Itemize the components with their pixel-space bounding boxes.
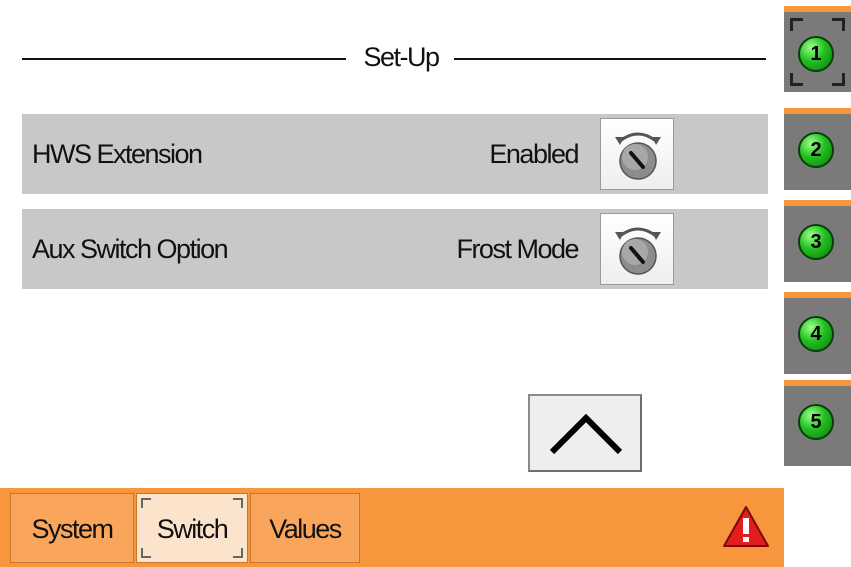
- setting-label: HWS Extension: [32, 139, 203, 169]
- side-button-5[interactable]: 5: [784, 380, 851, 466]
- side-button-4[interactable]: 4: [784, 292, 851, 374]
- setting-row-aux-switch-option: Aux Switch Option Frost Mode: [22, 209, 768, 289]
- edit-aux-switch-option-button[interactable]: [600, 213, 674, 285]
- side-button-label: 5: [810, 411, 822, 433]
- selection-corner: [141, 548, 151, 558]
- chevron-up-icon: [549, 413, 623, 455]
- selection-corner: [832, 18, 845, 31]
- side-button-label: 1: [810, 43, 822, 65]
- tab-values[interactable]: Values: [250, 493, 360, 563]
- tab-label: Switch: [156, 514, 229, 544]
- side-button-2[interactable]: 2: [784, 108, 851, 190]
- selection-corner: [141, 498, 151, 508]
- side-button-1[interactable]: 1: [784, 6, 851, 92]
- warning-button[interactable]: [722, 504, 770, 555]
- title-line-left: [22, 58, 346, 60]
- bottom-tab-bar: System Switch Values: [0, 488, 784, 567]
- selection-corner: [790, 73, 803, 86]
- selection-corner: [233, 498, 243, 508]
- title-line-right: [454, 58, 766, 60]
- side-button-panel: 1 2 3 4 5: [784, 0, 851, 567]
- title-rule: Set-Up: [22, 38, 766, 78]
- selection-corner: [790, 18, 803, 31]
- tab-system[interactable]: System: [10, 493, 134, 563]
- warning-triangle-icon: [723, 506, 769, 547]
- side-button-label: 3: [810, 231, 822, 253]
- setting-label: Aux Switch Option: [32, 234, 229, 264]
- scroll-up-button[interactable]: [528, 394, 642, 472]
- setting-value: Frost Mode: [456, 234, 579, 264]
- selection-corner: [832, 73, 845, 86]
- setting-row-hws-extension: HWS Extension Enabled: [22, 114, 768, 194]
- side-button-label: 2: [810, 139, 822, 161]
- main-panel: Set-Up HWS Extension Enabled Aux Switch …: [0, 0, 784, 488]
- side-button-label: 4: [810, 323, 822, 345]
- dial-knob-icon: [615, 132, 661, 180]
- selection-corner: [233, 548, 243, 558]
- page-title: Set-Up: [363, 42, 440, 72]
- tab-switch[interactable]: Switch: [136, 493, 248, 563]
- setting-value: Enabled: [489, 139, 579, 169]
- edit-hws-extension-button[interactable]: [600, 118, 674, 190]
- dial-knob-icon: [615, 227, 661, 275]
- side-button-3[interactable]: 3: [784, 200, 851, 282]
